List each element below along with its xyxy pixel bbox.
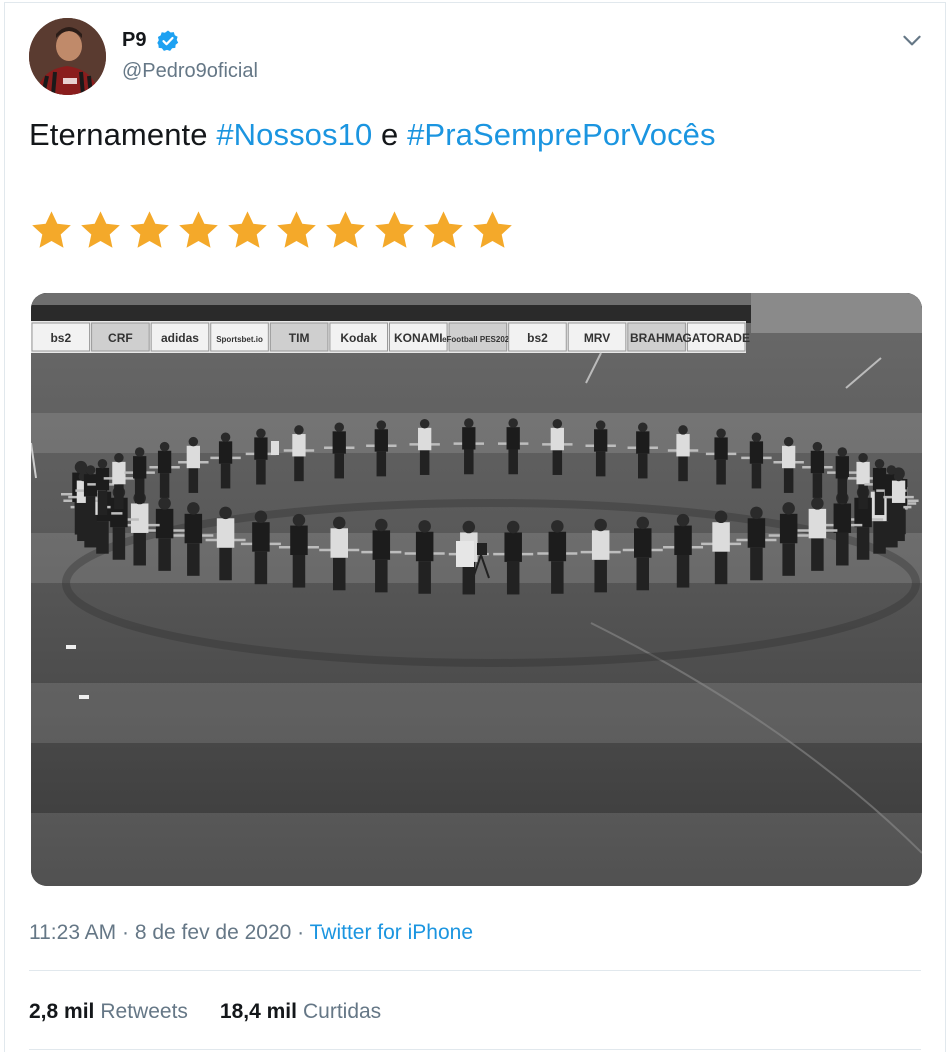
- star-icon: [179, 211, 218, 248]
- tweet-time[interactable]: 11:23 AM: [29, 921, 116, 944]
- likes-stat[interactable]: 18,4 mil Curtidas: [220, 1000, 381, 1024]
- retweets-stat[interactable]: 2,8 mil Retweets: [29, 1000, 188, 1024]
- star-icon: [326, 211, 365, 248]
- team-circle-photo: bs2 CRF adidas Sportsbet.io TIM Kodak KONAMI eF…: [31, 293, 922, 886]
- divider-bottom: [29, 1049, 921, 1050]
- ad-board-label: Sportsbet.io: [216, 335, 263, 344]
- retweets-count: 2,8 mil: [29, 1000, 95, 1023]
- ad-board-label: CRF: [108, 331, 133, 345]
- likes-label: Curtidas: [302, 1000, 382, 1023]
- star-icon: [228, 211, 267, 248]
- ad-board-label: TIM: [289, 331, 310, 345]
- meta-separator: ·: [116, 921, 135, 944]
- star-emoji-row: [29, 208, 515, 254]
- ad-board-label: eFootball PES2020: [442, 335, 514, 344]
- tweet-source-link[interactable]: Twitter for iPhone: [310, 921, 473, 944]
- ad-boards: bs2 CRF adidas Sportsbet.io TIM Kodak KONAMI eF…: [31, 322, 750, 352]
- star-icon: [473, 211, 512, 248]
- ad-board-label: bs2: [527, 331, 548, 345]
- author-display-name[interactable]: P9: [122, 29, 146, 52]
- ad-board-label: Kodak: [340, 331, 377, 345]
- author-avatar[interactable]: [29, 18, 106, 95]
- hashtag-link-prasempreporvoces[interactable]: #PraSemprePorVocês: [407, 117, 716, 152]
- ad-board-label: adidas: [161, 331, 199, 345]
- tweet-meta: 11:23 AM · 8 de fev de 2020 · Twitter fo…: [29, 921, 473, 945]
- tweet-text-prefix: Eternamente: [29, 117, 217, 152]
- hashtag-link-nossos10[interactable]: #Nossos10: [216, 117, 372, 152]
- star-icon: [375, 211, 414, 248]
- author-handle[interactable]: @Pedro9oficial: [122, 60, 258, 83]
- likes-count: 18,4 mil: [219, 1000, 297, 1023]
- tweet-stats: 2,8 mil Retweets 18,4 mil Curtidas: [29, 1000, 381, 1024]
- ad-board-label: BRAHMA: [630, 331, 684, 345]
- ad-board-label: bs2: [50, 331, 71, 345]
- divider: [29, 970, 921, 971]
- retweets-label: Retweets: [100, 1000, 188, 1023]
- ad-board-label: KONAMI: [394, 331, 443, 345]
- star-icon: [277, 211, 316, 248]
- star-icon: [130, 211, 169, 248]
- star-icon: [81, 211, 120, 248]
- player-avatar-icon: [29, 18, 106, 95]
- tweet-text: Eternamente #Nossos10 e #PraSemprePorVoc…: [29, 117, 716, 153]
- tweet-date[interactable]: 8 de fev de 2020: [135, 921, 291, 944]
- ad-board-label: MRV: [584, 331, 610, 345]
- tweet-card: P9 @Pedro9oficial Eternamente #Nossos10 …: [4, 2, 946, 1052]
- meta-separator-2: ·: [291, 921, 310, 944]
- tweet-photo[interactable]: bs2 CRF adidas Sportsbet.io TIM Kodak KONAMI eF…: [31, 293, 922, 886]
- verified-badge-icon: [157, 30, 179, 51]
- tweet-text-mid: e: [372, 117, 408, 152]
- chevron-down-icon[interactable]: [899, 27, 925, 53]
- star-icon: [424, 211, 463, 248]
- ad-board-label: GATORADE: [682, 331, 750, 345]
- star-icon: [32, 211, 71, 248]
